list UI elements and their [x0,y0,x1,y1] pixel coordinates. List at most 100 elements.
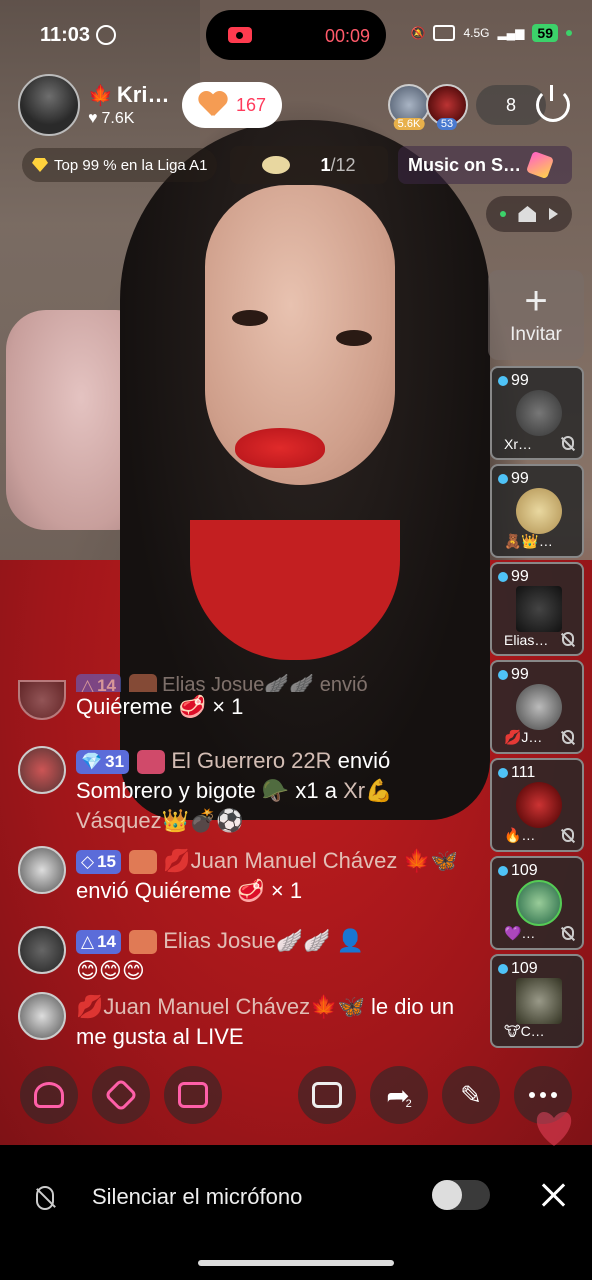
mute-toggle[interactable] [432,1180,490,1210]
mic-off-icon [562,632,574,646]
mic-off-icon [562,926,574,940]
heart-icon: ♥ [88,110,98,127]
diamond-outline-icon: ◇ [81,852,95,872]
comment-item: ◇ 15 💋Juan Manuel Chávez 🍁🦋 envió Quiérem… [18,846,466,906]
mini-controls[interactable] [486,196,572,232]
diamond-icon [32,158,48,172]
guest-name: Elias… [504,632,549,648]
comment-item: 💋Juan Manuel Chávez🍁🦋 le dio un me gusta… [18,992,466,1052]
gift-button[interactable] [298,1066,356,1124]
effects-button[interactable] [92,1066,150,1124]
comment-item: 💎 31 El Guerrero 22R envió Sombrero y big… [18,746,466,836]
ranking-current: 1 [320,154,331,175]
action-bar: ➦ 2 ✎ [0,1066,592,1130]
right-eye [336,330,372,346]
league-text: Top 99 % en la Liga A1 [54,156,208,174]
ranking-widget[interactable]: 1/12 [230,146,388,184]
commenter-avatar[interactable] [18,926,66,974]
guest-tile-7[interactable]: 109 🐮C… [490,954,584,1048]
sticker-book-button[interactable] [164,1066,222,1124]
comment-item: △ 14 Elias Josue🪽🪽 👤 😊😊😊 [18,926,466,986]
comment-text: 😊😊😊 [76,958,145,983]
status-bar: 11:03 00:09 🔕 4.5G ▂▄▆ 59 [0,0,592,70]
top-viewer-avatar-2[interactable]: 53 [426,84,468,130]
battery-indicator: 59 [532,24,558,42]
guest-level: 109 [511,960,538,977]
guest-tile-2[interactable]: 99 🧸👑… [490,464,584,558]
guest-level: 99 [511,568,529,585]
dollar-cards-icon [312,1082,342,1108]
share-button[interactable]: ➦ 2 [370,1066,428,1124]
whatsapp-icon [96,25,116,45]
beauty-button[interactable]: ✎ [442,1066,500,1124]
comment-item: △ 14 Elias Josue🪽🪽 envió Quiéreme 🥩 × 1 [18,674,466,722]
level-dot-icon [498,964,508,974]
gift-goal-count: 167 [235,94,267,115]
commenter-avatar[interactable] [18,680,66,720]
commenter-avatar[interactable] [18,992,66,1040]
guest-tile-3[interactable]: 99 Elias… [490,562,584,656]
comment-username[interactable]: El Guerrero 22R [171,748,331,773]
top-viewer-avatar-1[interactable]: 5.6K [388,84,430,130]
comment-username[interactable]: 💋Juan Manuel Chávez 🍁🦋 [163,848,458,873]
guest-avatar [516,390,562,436]
share-count: 2 [405,1098,412,1110]
ranking-total: /12 [330,154,356,175]
invite-button[interactable]: + Invitar [488,270,584,360]
top-viewers[interactable]: 5.6K 53 8 [388,84,546,130]
commenter-avatar[interactable] [18,746,66,794]
live-dot-icon [500,211,507,217]
people-icon [34,1082,64,1108]
recording-pill[interactable]: 00:09 [206,10,386,60]
level-dot-icon [498,670,508,680]
comment-username[interactable]: 💋Juan Manuel Chávez🍁🦋 [76,994,365,1019]
guest-tile-1[interactable]: 99 Xr… [490,366,584,460]
comment-username[interactable]: Elias Josue🪽🪽 [163,928,330,953]
comment-text: envió Quiéreme 🥩 × 1 [76,878,303,903]
guest-level: 99 [511,666,529,683]
maple-leaf-icon: 🍁 [88,84,113,107]
music-widget[interactable]: Music on S… [398,146,572,184]
fan-badge [137,750,166,775]
mute-bell-icon: 🔕 [410,26,426,40]
guest-level: 111 [511,764,536,781]
network-label: 4.5G [463,26,490,40]
guest-tile-4[interactable]: 99 💋J… [490,660,584,754]
host-profile[interactable]: 🍁 Kri… ♥ 7.6K [18,74,169,136]
left-eye [232,310,268,326]
guest-level: 99 [511,470,529,487]
end-live-power-icon[interactable] [536,85,570,122]
guest-avatar [516,880,562,926]
home-icon[interactable] [518,206,537,222]
league-badge[interactable]: Top 99 % en la Liga A1 [22,148,218,182]
cube-icon [104,1078,138,1112]
guest-level: 99 [511,372,529,389]
home-indicator[interactable] [198,1260,394,1266]
play-icon[interactable] [548,208,558,220]
gift-goal-button[interactable]: 167 [182,82,282,128]
host-avatar[interactable] [18,74,80,136]
guest-avatar [516,978,562,1024]
music-sticker-icon [525,150,555,180]
triangle-icon: △ [81,676,95,692]
guest-avatar [516,782,562,828]
fan-badge [128,674,157,692]
guest-name: 🐮C… [504,1023,545,1039]
guest-tile-6[interactable]: 109 💜… [490,856,584,950]
mute-label: Silenciar el micrófono [92,1184,303,1209]
guests-button[interactable] [20,1066,78,1124]
guest-avatar [516,586,562,632]
close-icon[interactable] [540,1182,566,1208]
camera-record-icon [228,27,252,43]
mic-off-icon [562,436,574,450]
lips [235,428,325,468]
clock: 11:03 [40,24,91,46]
host-name: Kri… [116,82,170,107]
level-badge: 💎 31 [76,750,130,775]
level-dot-icon [498,866,508,876]
guest-name: 💋J… [504,729,543,745]
commenter-avatar[interactable] [18,846,66,894]
invite-label: Invitar [510,324,562,345]
add-friend-icon[interactable]: 👤 [337,928,364,953]
guest-tile-5[interactable]: 111 🔥… [490,758,584,852]
